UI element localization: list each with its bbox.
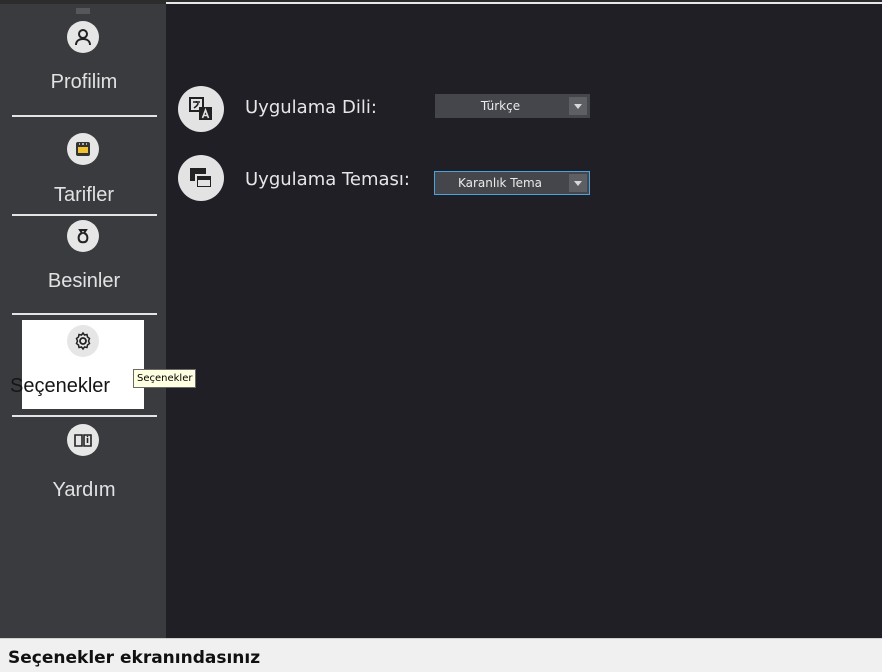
sidebar-item-label: Yardım xyxy=(52,479,116,501)
recipe-icon xyxy=(67,133,99,165)
sidebar-item-label: Besinler xyxy=(47,270,121,292)
sidebar-item-settings[interactable]: Seçenekler xyxy=(10,320,144,409)
language-select-value: Türkçe xyxy=(480,99,521,113)
sidebar-item-help[interactable]: Yardım xyxy=(10,422,158,512)
theme-label: Uygulama Teması: xyxy=(245,169,410,190)
translate-icon xyxy=(178,86,224,132)
language-select[interactable]: Türkçe xyxy=(435,94,590,118)
theme-select[interactable]: Karanlık Tema xyxy=(434,171,590,195)
chevron-down-icon[interactable] xyxy=(569,174,587,192)
sidebar-item-food[interactable]: Besinler xyxy=(10,218,158,314)
theme-select-value: Karanlık Tema xyxy=(457,176,543,190)
sidebar-item-profile[interactable]: Profilim xyxy=(10,19,158,109)
sidebar-divider xyxy=(12,415,157,417)
status-bar: Seçenekler ekranındasınız xyxy=(0,638,882,672)
sidebar-item-label: Tarifler xyxy=(53,184,114,206)
user-icon xyxy=(67,21,99,53)
sidebar-divider xyxy=(12,214,157,216)
sidebar-item-label: Profilim xyxy=(50,71,118,93)
food-icon xyxy=(67,220,99,252)
sidebar: Profilim Tarifler Besinler Seçenekler Ya… xyxy=(0,4,166,638)
drag-grip-icon[interactable] xyxy=(76,8,90,14)
chevron-down-icon[interactable] xyxy=(569,97,587,115)
window-icon xyxy=(178,155,224,201)
sidebar-divider xyxy=(12,313,157,315)
gear-icon xyxy=(67,325,99,357)
language-label: Uygulama Dili: xyxy=(245,97,377,118)
help-book-icon xyxy=(67,424,99,456)
tooltip: Seçenekler xyxy=(133,369,197,388)
status-text: Seçenekler ekranındasınız xyxy=(8,648,261,668)
sidebar-divider xyxy=(12,115,157,117)
sidebar-item-recipes[interactable]: Tarifler xyxy=(10,123,158,211)
